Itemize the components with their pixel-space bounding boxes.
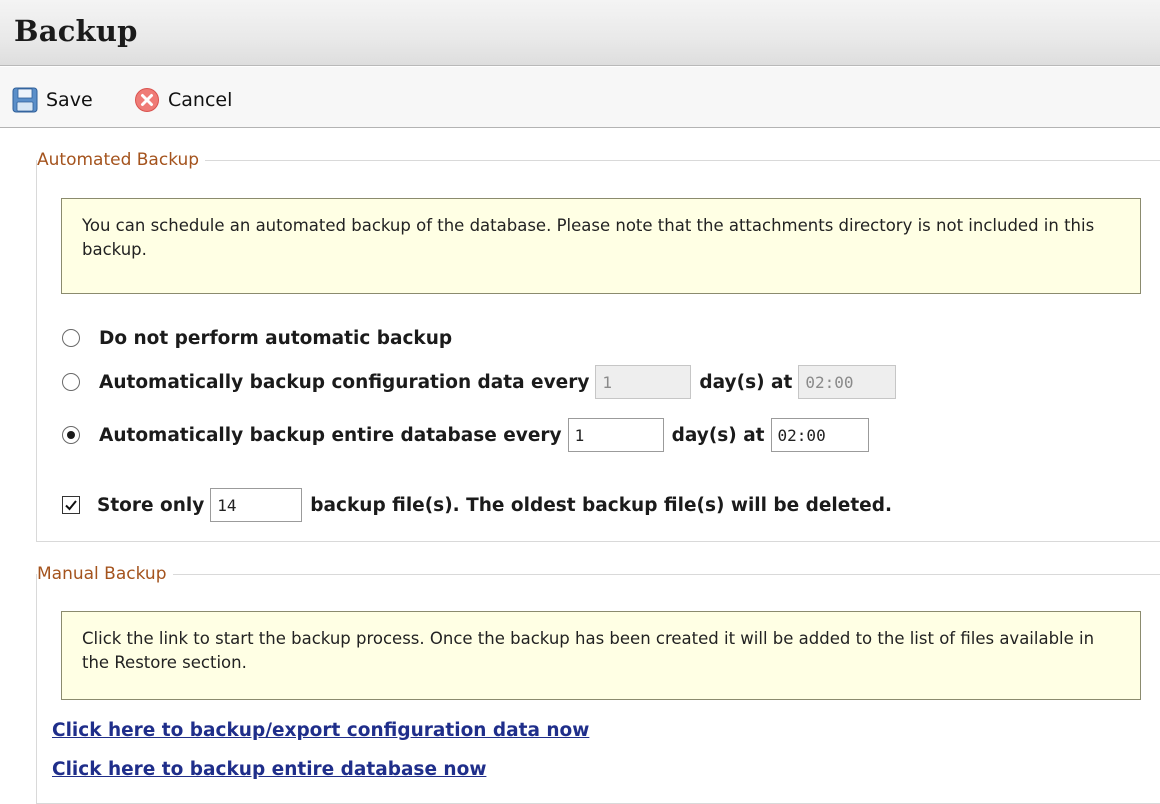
floppy-disk-icon <box>12 87 38 113</box>
option-database-backup-label: Automatically backup entire database eve… <box>99 424 562 446</box>
cancel-button[interactable]: Cancel <box>134 87 232 113</box>
store-suffix: backup file(s). The oldest backup file(s… <box>310 494 892 516</box>
checkmark-icon <box>65 500 77 511</box>
automated-backup-note: You can schedule an automated backup of … <box>61 198 1141 294</box>
automated-backup-legend: Automated Backup <box>37 150 200 170</box>
save-button[interactable]: Save <box>12 87 93 113</box>
manual-backup-note: Click the link to start the backup proce… <box>61 611 1141 700</box>
toolbar: Save Cancel <box>0 67 1160 128</box>
store-count-input[interactable] <box>210 488 303 522</box>
radio-database-backup[interactable] <box>62 426 80 444</box>
option-config-backup: Automatically backup configuration data … <box>62 365 904 399</box>
option-database-backup: Automatically backup entire database eve… <box>62 418 877 452</box>
store-checkbox[interactable] <box>62 496 80 514</box>
radio-no-backup[interactable] <box>62 329 80 347</box>
title-bar: Backup <box>0 0 1160 66</box>
manual-backup-legend: Manual Backup <box>37 564 167 584</box>
store-prefix: Store only <box>97 494 205 516</box>
option-config-backup-label: Automatically backup configuration data … <box>99 371 590 393</box>
backup-database-link[interactable]: Click here to backup entire database now <box>52 759 486 780</box>
radio-config-backup[interactable] <box>62 373 80 391</box>
config-days-input[interactable] <box>595 365 692 399</box>
database-days-input[interactable] <box>567 418 664 452</box>
save-label: Save <box>46 89 93 111</box>
option-no-backup: Do not perform automatic backup <box>62 322 452 354</box>
cancel-label: Cancel <box>168 89 233 111</box>
backup-config-link[interactable]: Click here to backup/export configuratio… <box>52 720 589 741</box>
option-no-backup-label: Do not perform automatic backup <box>99 327 453 349</box>
config-time-input[interactable] <box>798 365 897 399</box>
config-days-suffix: day(s) at <box>699 371 793 393</box>
database-days-suffix: day(s) at <box>671 424 765 446</box>
page-title: Backup <box>14 14 138 48</box>
store-option: Store only backup file(s). The oldest ba… <box>62 488 892 522</box>
database-time-input[interactable] <box>770 418 869 452</box>
cancel-circle-icon <box>134 87 160 113</box>
